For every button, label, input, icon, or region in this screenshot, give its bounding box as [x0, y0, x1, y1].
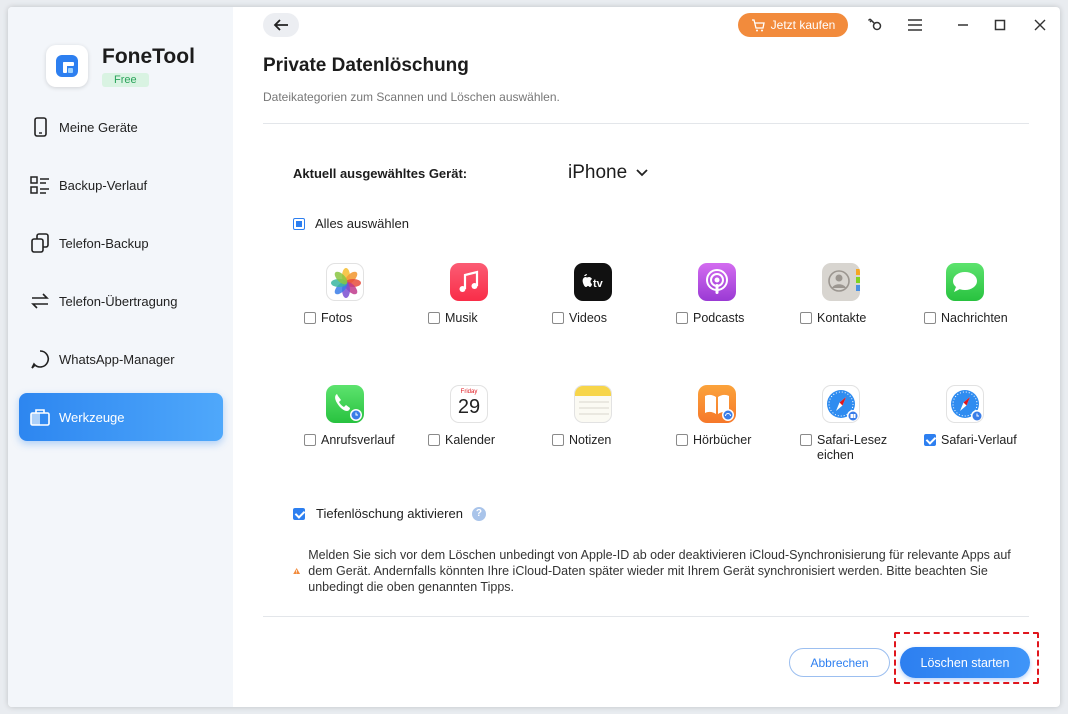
audiobooks-icon [698, 385, 736, 423]
category-label: Kontakte [817, 311, 867, 325]
category-label: Notizen [569, 433, 612, 447]
category-label: Hörbücher [693, 433, 752, 447]
category-checkbox[interactable] [676, 312, 688, 324]
sidebar-item-telefon-uebertragung[interactable]: Telefon-Übertragung [19, 277, 223, 325]
cart-icon [751, 18, 765, 31]
category-label: Nachrichten [941, 311, 1008, 325]
category-label: Safari-Lesezeichen [817, 433, 888, 462]
photos-icon [326, 263, 364, 301]
category-checkbox[interactable] [924, 312, 936, 324]
calendar-day-number: 29 [457, 396, 481, 418]
device-dropdown-value: iPhone [568, 162, 628, 183]
app-window: FoneTool Free Meine Geräte Backup-Verlau… [8, 7, 1060, 707]
category-checkbox[interactable] [924, 434, 936, 446]
help-icon[interactable]: ? [471, 506, 486, 521]
category-label: Safari-Verlauf [941, 433, 1017, 447]
page-subtitle: Dateikategorien zum Scannen und Löschen … [263, 90, 560, 104]
warning-icon [293, 568, 301, 574]
warning-text: Melden Sie sich vor dem Löschen unbeding… [308, 548, 1011, 594]
svg-text:tv: tv [593, 278, 604, 290]
page-title: Private Datenlöschung [263, 55, 469, 76]
maximize-icon[interactable] [990, 15, 1010, 35]
transfer-icon [31, 293, 49, 309]
phone-call-icon [326, 385, 364, 423]
calendar-day-label: Friday [460, 389, 478, 395]
notes-icon [574, 385, 612, 423]
category-checkbox[interactable] [552, 434, 564, 446]
category-label: Podcasts [693, 311, 745, 325]
sidebar: FoneTool Free Meine Geräte Backup-Verlau… [8, 7, 233, 707]
phone-icon [34, 117, 47, 137]
category-checkbox[interactable] [800, 312, 812, 324]
footer-divider [263, 616, 1029, 617]
sidebar-item-whatsapp-manager[interactable]: WhatsApp-Manager [19, 335, 223, 383]
buy-now-label: Jetzt kaufen [770, 18, 836, 32]
safari-history-icon [946, 385, 984, 423]
category-label: Fotos [321, 311, 353, 325]
deep-erase-label: Tiefenlöschung aktivieren [316, 506, 463, 521]
sidebar-item-backup-verlauf[interactable]: Backup-Verlauf [19, 161, 223, 209]
category-checkbox[interactable] [676, 434, 688, 446]
messages-icon [946, 263, 984, 301]
deep-erase-option[interactable]: Tiefenlöschung aktivieren ? [293, 506, 486, 521]
sidebar-nav: Meine Geräte Backup-Verlauf Telefon-Back… [19, 103, 223, 451]
select-all-box[interactable] [293, 217, 305, 230]
select-all-label: Alles auswählen [315, 216, 409, 231]
sidebar-item-telefon-backup[interactable]: Telefon-Backup [19, 219, 223, 267]
music-icon [450, 263, 488, 301]
select-all-checkbox[interactable]: Alles auswählen [293, 216, 409, 231]
category-checkbox[interactable] [552, 312, 564, 324]
category-checkbox[interactable] [428, 434, 440, 446]
fonetool-logo-icon [46, 45, 88, 87]
sidebar-item-werkzeuge[interactable]: Werkzeuge [19, 393, 223, 441]
plan-badge: Free [102, 73, 149, 87]
title-bar: Jetzt kaufen [233, 7, 1060, 47]
header-divider [263, 123, 1029, 124]
sidebar-item-meine-geraete[interactable]: Meine Geräte [19, 103, 223, 151]
category-checkbox[interactable] [428, 312, 440, 324]
close-icon[interactable] [1030, 15, 1050, 35]
contacts-icon [822, 263, 860, 301]
cancel-button[interactable]: Abbrechen [789, 648, 890, 677]
sidebar-item-label: WhatsApp-Manager [59, 351, 175, 367]
category-label: Videos [569, 311, 607, 325]
category-label: Anrufsverlauf [321, 433, 395, 447]
warning-notice: Melden Sie sich vor dem Löschen unbeding… [293, 547, 1033, 595]
device-dropdown[interactable]: iPhone [568, 162, 648, 184]
sidebar-item-label: Meine Geräte [59, 119, 138, 135]
arrow-left-icon [273, 19, 288, 31]
calendar-icon: Friday 29 [450, 385, 488, 423]
brand: FoneTool Free [46, 45, 195, 88]
app-name: FoneTool [102, 45, 195, 68]
list-icon [30, 176, 49, 194]
category-checkbox[interactable] [304, 312, 316, 324]
toolbox-icon [30, 409, 50, 426]
category-checkbox[interactable] [304, 434, 316, 446]
sidebar-item-label: Telefon-Übertragung [59, 293, 178, 309]
deep-erase-checkbox[interactable] [293, 507, 305, 520]
menu-icon[interactable] [905, 15, 925, 35]
back-button[interactable] [263, 13, 299, 37]
minimize-icon[interactable] [953, 15, 973, 35]
chevron-down-icon [636, 169, 648, 177]
podcasts-icon [698, 263, 736, 301]
sidebar-item-label: Werkzeuge [59, 409, 125, 425]
copy-icon [31, 233, 49, 253]
key-icon[interactable] [865, 15, 885, 35]
sidebar-item-label: Telefon-Backup [59, 235, 149, 251]
appletv-icon: tv [574, 263, 612, 301]
buy-now-button[interactable]: Jetzt kaufen [738, 13, 848, 37]
category-label: Musik [445, 311, 478, 325]
safari-bookmarks-icon [822, 385, 860, 423]
sidebar-item-label: Backup-Verlauf [59, 177, 148, 193]
device-label: Aktuell ausgewähltes Gerät: [293, 166, 468, 181]
category-checkbox[interactable] [800, 434, 812, 446]
category-label: Kalender [445, 433, 496, 447]
chat-bubble-icon [31, 350, 49, 369]
highlight-annotation [894, 632, 1039, 684]
